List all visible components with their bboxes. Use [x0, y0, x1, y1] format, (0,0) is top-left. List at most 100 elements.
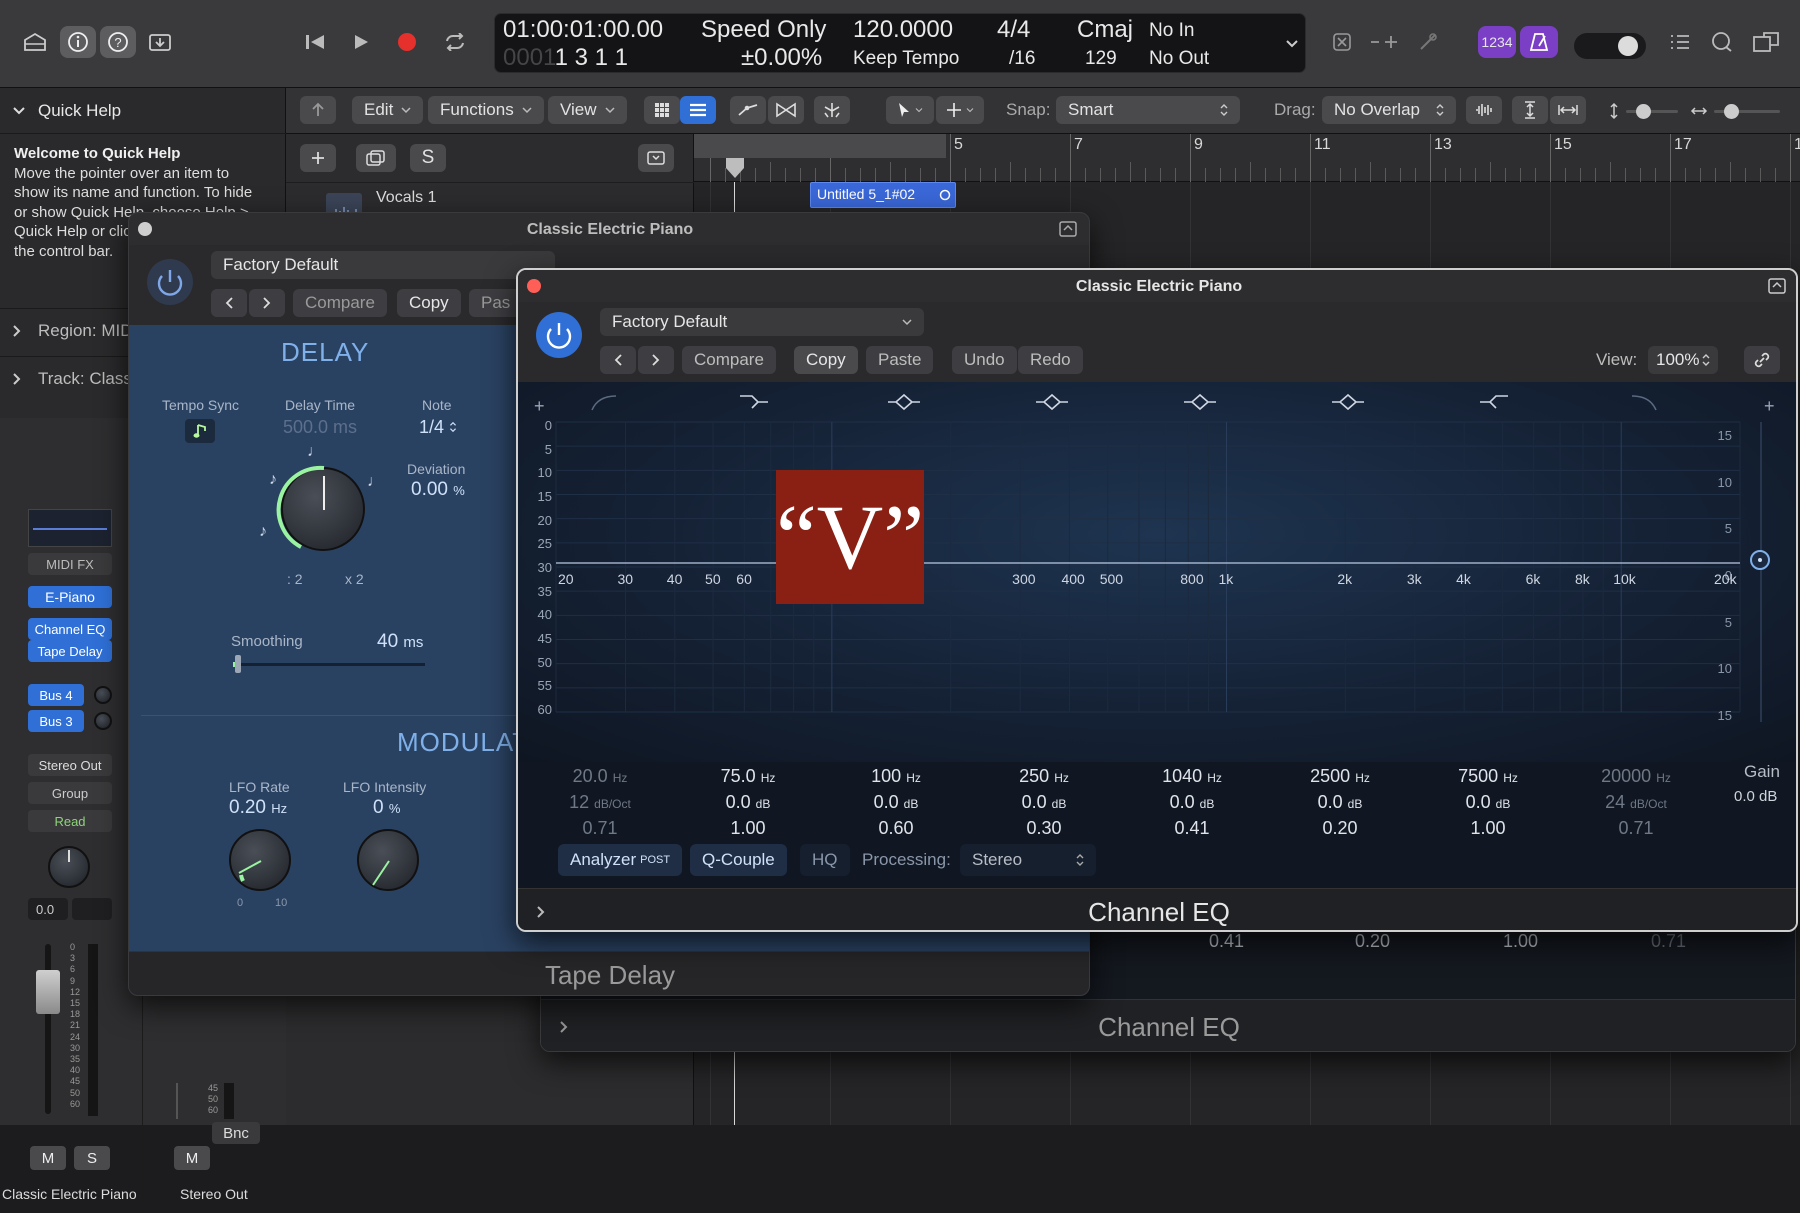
add-right-icon[interactable]: +	[1764, 396, 1775, 417]
band-gain[interactable]: 0.0 dB	[1132, 792, 1252, 813]
pan-knob[interactable]	[48, 846, 90, 888]
add-track-button[interactable]	[300, 144, 336, 172]
help-icon[interactable]: ?	[100, 26, 136, 58]
lfo-intensity-knob[interactable]	[357, 829, 419, 891]
copy-button[interactable]: Copy	[397, 289, 461, 317]
up-arrow-icon[interactable]	[300, 96, 336, 124]
count-in-button[interactable]: 1234	[1478, 26, 1516, 58]
band-q[interactable]: 1.00	[1428, 818, 1548, 839]
band-column[interactable]: 100 Hz 0.0 dB 0.60	[836, 762, 956, 854]
band-q[interactable]: 0.41	[1132, 818, 1252, 839]
band-frequency[interactable]: 100 Hz	[836, 766, 956, 787]
drag-dropdown[interactable]: No Overlap	[1322, 96, 1456, 124]
preset-dropdown[interactable]: Factory Default	[600, 308, 924, 336]
band-frequency[interactable]: 250 Hz	[984, 766, 1104, 787]
compare-button[interactable]: Compare	[293, 289, 387, 317]
view-zoom-dropdown[interactable]: 100%	[1648, 346, 1718, 374]
deviation-value[interactable]: 0.00 %	[411, 479, 465, 501]
band-frequency[interactable]: 20000 Hz	[1576, 766, 1696, 787]
band-q[interactable]: 0.60	[836, 818, 956, 839]
flex-icon[interactable]	[768, 96, 804, 124]
send-knob-icon[interactable]	[94, 712, 112, 730]
info-icon[interactable]	[60, 26, 96, 58]
plugin-slot-tape-delay[interactable]: Tape Delay	[28, 640, 112, 662]
horizontal-zoom-slider[interactable]	[1714, 104, 1780, 119]
catch-icon[interactable]	[814, 96, 850, 124]
low-latency-toggle[interactable]	[1574, 33, 1646, 59]
tempo-sync-button[interactable]	[185, 419, 215, 443]
parametric-bell-icon[interactable]	[1034, 392, 1070, 412]
edit-menu[interactable]: Edit	[352, 96, 424, 124]
band-column[interactable]: 7500 Hz 0.0 dB 1.00	[1428, 762, 1548, 854]
note-value[interactable]: 1/4	[419, 417, 457, 438]
band-gain[interactable]: 0.0 dB	[688, 792, 808, 813]
plugin-slot-channel-eq[interactable]: Channel EQ	[28, 618, 112, 640]
copy-button[interactable]: Copy	[794, 346, 858, 374]
undo-button[interactable]: Undo	[952, 346, 1017, 374]
band-column[interactable]: 250 Hz 0.0 dB 0.30	[984, 762, 1104, 854]
secondary-tool[interactable]	[936, 96, 984, 124]
next-preset-button[interactable]	[638, 346, 674, 374]
bar-ruler[interactable]: 135791113151719	[694, 134, 1800, 182]
divide-2-button[interactable]: : 2	[287, 571, 303, 587]
lfo-rate-value[interactable]: 0.20 Hz	[229, 797, 287, 819]
next-preset-button[interactable]	[249, 289, 285, 317]
functions-menu[interactable]: Functions	[428, 96, 544, 124]
low-shelf-icon[interactable]	[738, 392, 770, 412]
paste-button[interactable]: Paste	[866, 346, 934, 374]
chevron-down-icon[interactable]	[1285, 36, 1299, 54]
band-q[interactable]: 0.71	[1576, 818, 1696, 839]
power-button[interactable]	[147, 259, 193, 305]
playhead-icon[interactable]	[724, 158, 746, 185]
waveform-zoom-icon[interactable]	[1466, 96, 1502, 124]
output-slot[interactable]: Stereo Out	[28, 754, 112, 776]
prev-preset-button[interactable]	[600, 346, 636, 374]
band-gain[interactable]: 24 dB/Oct	[1576, 792, 1696, 813]
lcd-display[interactable]: 01:00:01:00.00 00011 3 1 1 Speed Only ±0…	[494, 13, 1306, 73]
solo-button[interactable]: S	[74, 1146, 110, 1170]
cycle-icon[interactable]	[436, 26, 474, 58]
send-bus-4[interactable]: Bus 4	[28, 684, 84, 706]
band-gain[interactable]: 0.0 dB	[984, 792, 1104, 813]
low-cut-icon[interactable]	[590, 392, 618, 412]
add-left-icon[interactable]: +	[534, 396, 545, 417]
cycle-region[interactable]	[694, 134, 946, 158]
smoothing-value[interactable]: 40 ms	[377, 631, 423, 653]
eq-thumbnail[interactable]	[28, 509, 112, 547]
mute-button[interactable]: M	[30, 1146, 66, 1170]
band-frequency[interactable]: 1040 Hz	[1132, 766, 1252, 787]
band-gain[interactable]: 0.0 dB	[1428, 792, 1548, 813]
metronome-icon[interactable]	[1520, 26, 1558, 58]
send-bus-3[interactable]: Bus 3	[28, 710, 84, 732]
compare-button[interactable]: Compare	[682, 346, 776, 374]
loop-browser-icon[interactable]	[1746, 26, 1786, 58]
smoothing-slider[interactable]	[233, 655, 425, 673]
band-column[interactable]: 20.0 Hz 12 dB/Oct 0.71	[540, 762, 660, 854]
lfo-intensity-value[interactable]: 0 %	[373, 797, 400, 819]
track-name[interactable]: Vocals 1	[376, 189, 436, 207]
expand-icon[interactable]	[1768, 278, 1786, 294]
band-column[interactable]: 20000 Hz 24 dB/Oct 0.71	[1576, 762, 1696, 854]
collapse-icon[interactable]	[638, 144, 674, 172]
horizontal-fit-icon[interactable]	[1550, 96, 1586, 124]
band-q[interactable]: 1.00	[688, 818, 808, 839]
group-slot[interactable]: Group	[28, 782, 112, 804]
analyzer-button[interactable]: Analyzer POST	[558, 844, 683, 876]
automation-icon[interactable]	[730, 96, 766, 124]
band-column[interactable]: 2500 Hz 0.0 dB 0.20	[1280, 762, 1400, 854]
library-icon[interactable]	[16, 26, 54, 58]
band-gain[interactable]: 0.0 dB	[836, 792, 956, 813]
prev-preset-button[interactable]	[211, 289, 247, 317]
lfo-rate-knob[interactable]	[229, 829, 291, 891]
vertical-fit-icon[interactable]	[1512, 96, 1548, 124]
band-q[interactable]: 0.20	[1280, 818, 1400, 839]
volume-fader[interactable]	[36, 970, 60, 1014]
replace-icon[interactable]	[1364, 26, 1404, 58]
xclose-icon[interactable]	[1324, 26, 1360, 58]
midi-fx-slot[interactable]: MIDI FX	[28, 553, 112, 575]
redo-button[interactable]: Redo	[1018, 346, 1083, 374]
band-gain[interactable]: 12 dB/Oct	[540, 792, 660, 813]
band-column[interactable]: 75.0 Hz 0.0 dB 1.00	[688, 762, 808, 854]
global-solo-button[interactable]: S	[410, 144, 446, 172]
midi-region[interactable]: Untitled 5_1#02	[810, 182, 956, 208]
